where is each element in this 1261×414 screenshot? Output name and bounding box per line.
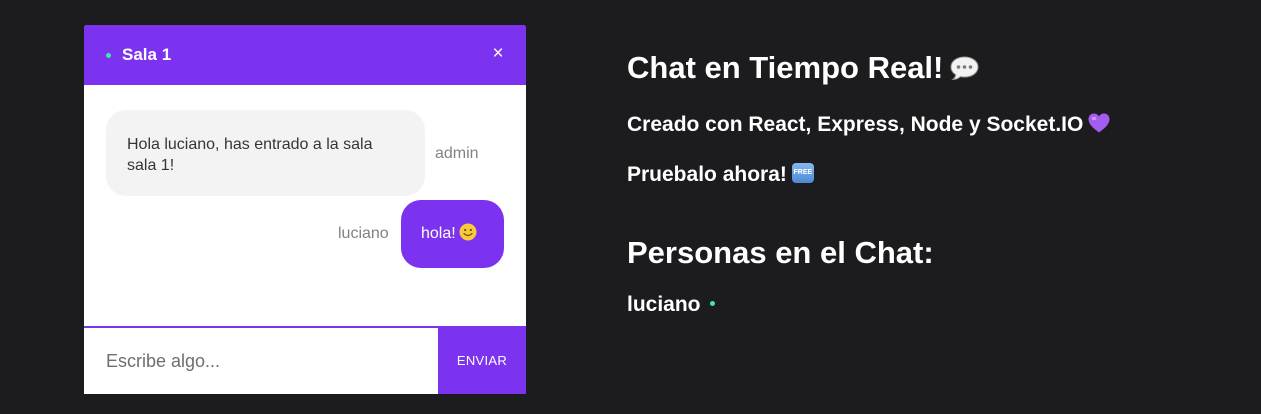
close-button[interactable]: × [488, 43, 508, 65]
room-name: Sala 1 [122, 45, 172, 64]
send-button[interactable]: ENVIAR [438, 326, 526, 394]
chat-header: Sala 1 × [84, 25, 526, 85]
message-bubble-user: hola! [401, 200, 504, 268]
online-status-dot [709, 300, 715, 306]
online-status-dot [106, 53, 111, 58]
smiling-face-icon [459, 223, 477, 241]
message-text-user: hola! [421, 225, 456, 242]
message-sender-admin: admin [435, 145, 479, 162]
try-it-label: Pruebalo ahora! [627, 163, 787, 186]
message-sender-user: luciano [338, 225, 389, 242]
page-title-text: Chat en Tiempo Real! [627, 50, 944, 85]
message-bubble-admin: Hola luciano, has entrado a la sala sala… [106, 110, 425, 196]
page-title: Chat en Tiempo Real! [627, 50, 980, 86]
message-input[interactable] [84, 328, 438, 394]
page: Sala 1 × Hola luciano, has entrado a la … [0, 0, 1261, 414]
person-name: luciano [627, 293, 701, 316]
chat-window: Sala 1 × Hola luciano, has entrado a la … [84, 25, 526, 394]
message-list: Hola luciano, has entrado a la sala sala… [84, 85, 526, 325]
try-it-text: Pruebalo ahora! FREE [627, 162, 814, 188]
people-title: Personas en el Chat: [627, 235, 934, 270]
speech-bubble-icon [950, 56, 979, 80]
purple-heart-icon [1088, 113, 1110, 133]
subtitle-text: Creado con React, Express, Node y Socket… [627, 113, 1084, 136]
person-item: luciano [627, 292, 715, 318]
free-badge-icon: FREE [791, 163, 814, 184]
message-composer: ENVIAR [84, 326, 526, 394]
subtitle: Creado con React, Express, Node y Socket… [627, 112, 1111, 138]
